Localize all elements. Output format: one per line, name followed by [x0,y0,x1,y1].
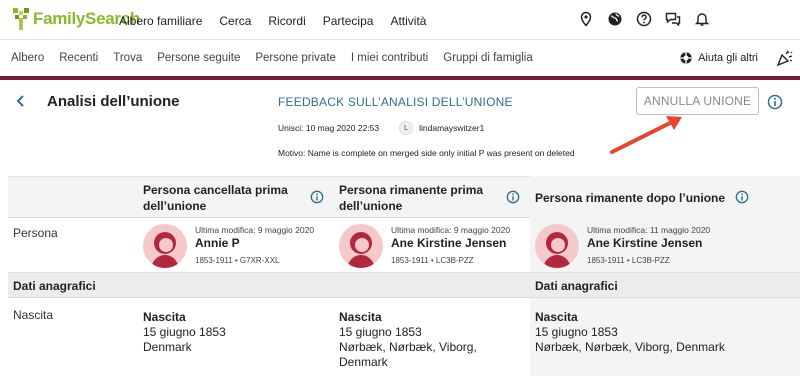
top-icons [578,11,710,27]
location-icon[interactable] [578,11,594,27]
fact-place: Nørbæk, Nørbæk, Viborg, Denmark [535,340,725,354]
help-others-label: Aiuta gli altri [698,52,758,64]
submenu-following[interactable]: Persone seguite [157,52,240,64]
female-avatar-icon [339,224,383,268]
merge-comparison-table: Persona cancellata prima dell’unione Per… [8,176,800,376]
fact-type: Nascita [535,310,578,324]
submenu-tree[interactable]: Albero [11,52,44,64]
main-menu: Albero familiare Cerca Ricordi Partecipa… [119,14,426,28]
user-avatar: L [399,121,414,135]
submenu-find[interactable]: Trova [113,52,142,64]
fact-place: Nørbæk, Nørbæk, Viborg, [339,340,477,354]
merge-user-name[interactable]: lindamayswitzer1 [419,123,484,133]
annotation-arrow [610,116,682,154]
sub-menu: Albero Recenti Trova Persone seguite Per… [11,52,533,64]
tree-logo-icon [13,8,29,30]
row-label-person: Persona [13,226,58,240]
info-icon[interactable] [310,190,324,204]
menu-memories[interactable]: Ricordi [268,14,305,28]
person-lifespan-id: 1853-1911 • G7XR-XXL [195,256,280,265]
column-remaining-after: Persona rimanente dopo l’unione [535,191,726,205]
fact-date: 15 giugno 1853 [339,325,422,339]
section-label-vitals: Dati anagrafici [13,279,96,293]
back-chevron-icon[interactable] [14,92,28,110]
birth-fact-remaining-after[interactable]: Nascita 15 giugno 1853 Nørbæk, Nørbæk, V… [535,310,725,355]
birth-fact-remaining-before[interactable]: Nascita 15 giugno 1853 Nørbæk, Nørbæk, V… [339,310,477,370]
person-lifespan-id: 1853-1911 • LC3B-PZZ [587,256,670,265]
menu-get-involved[interactable]: Partecipa [323,14,374,28]
person-card-remaining-after[interactable]: Ultima modifica: 11 maggio 2020 Ane Kirs… [535,224,710,268]
birth-fact-deleted[interactable]: Nascita 15 giugno 1853 Denmark [143,310,226,355]
page-title: Analisi dell’unione [47,93,180,110]
column-remaining-before: Persona rimanente prima dell’unione [339,183,484,213]
merge-reason: Motivo: Name is complete on merged side … [278,148,575,158]
section-accent-bar [0,76,800,80]
last-modified: Ultima modifica: 11 maggio 2020 [587,225,711,235]
chat-icon[interactable] [665,11,681,27]
female-avatar-icon [143,224,187,268]
fact-type: Nascita [339,310,382,324]
female-avatar-icon [535,224,579,268]
menu-search[interactable]: Cerca [219,14,251,28]
person-name: Ane Kirstine Jensen [391,236,507,250]
menu-activities[interactable]: Attività [390,14,426,28]
info-icon[interactable] [735,190,749,204]
fact-date: 15 giugno 1853 [143,325,226,339]
person-card-remaining-before[interactable]: Ultima modifica: 9 maggio 2020 Ane Kirst… [339,224,510,268]
info-icon[interactable] [506,190,520,204]
help-others-link[interactable]: Aiuta gli altri [679,51,758,65]
merge-info: Unisci: 10 mag 2020 22:53 L lindamayswit… [278,121,484,135]
lifebuoy-icon [680,52,692,64]
fact-type: Nascita [143,310,186,324]
row-label-birth: Nascita [13,308,54,322]
merge-analysis-feedback-link[interactable]: FEEDBACK SULL’ANALISI DELL’UNIONE [278,95,513,109]
person-lifespan-id: 1853-1911 • LC3B-PZZ [391,256,474,265]
last-modified: Ultima modifica: 9 maggio 2020 [195,225,315,235]
fact-place-continued: Denmark [339,355,388,369]
help-icon[interactable] [636,11,652,27]
submenu-my-contributions[interactable]: I miei contributi [351,52,428,64]
globe-icon[interactable] [607,11,623,27]
menu-family-tree[interactable]: Albero familiare [119,14,202,28]
person-card-deleted[interactable]: Ultima modifica: 9 maggio 2020 Annie P 1… [143,224,314,268]
tree-sub-navigation: Albero Recenti Trova Persone seguite Per… [0,40,800,76]
column-deleted-before: Persona cancellata prima dell’unione [143,183,288,213]
submenu-family-groups[interactable]: Gruppi di famiglia [443,52,532,64]
fact-place: Denmark [143,340,192,354]
merge-date: Unisci: 10 mag 2020 22:53 [278,123,380,133]
person-name: Annie P [195,236,240,250]
party-popper-icon[interactable] [776,49,794,67]
submenu-recent[interactable]: Recenti [59,52,98,64]
person-name: Ane Kirstine Jensen [587,236,703,250]
fact-date: 15 giugno 1853 [535,325,618,339]
info-icon[interactable] [767,94,783,110]
submenu-private-people[interactable]: Persone private [255,52,336,64]
section-label-vitals-after: Dati anagrafici [535,279,618,293]
last-modified: Ultima modifica: 9 maggio 2020 [391,225,511,235]
bell-icon[interactable] [694,11,710,27]
vitals-section-row: Dati anagrafici Dati anagrafici [8,272,800,298]
top-navigation: FamilySearch Albero familiare Cerca Rico… [0,0,800,40]
